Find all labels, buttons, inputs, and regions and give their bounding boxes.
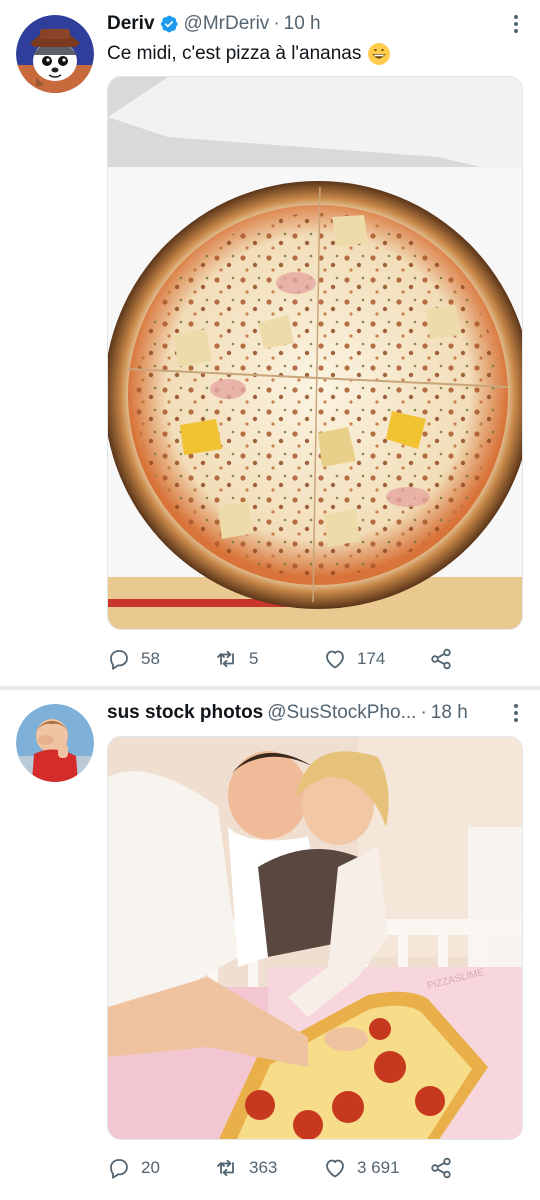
- share-icon: [431, 648, 451, 670]
- verified-badge-icon: [160, 15, 178, 33]
- share-icon: [431, 1157, 451, 1179]
- display-name[interactable]: sus stock photos: [107, 702, 263, 724]
- retweet-button[interactable]: 363: [215, 1153, 277, 1183]
- retweet-icon: [217, 1159, 234, 1177]
- pineapple-pizza-photo: [108, 77, 522, 629]
- user-handle[interactable]: @SusStockPho...: [267, 702, 416, 724]
- avatar[interactable]: [16, 704, 94, 782]
- share-button[interactable]: [429, 644, 463, 674]
- reply-count: 58: [141, 649, 160, 668]
- like-button[interactable]: 3 691: [323, 1153, 400, 1183]
- like-button[interactable]: 174: [323, 644, 385, 674]
- tweet-actions: 58 5 174: [107, 644, 467, 674]
- tweet[interactable]: Deriv @MrDeriv · 10 h Ce midi, c'est piz…: [0, 0, 540, 688]
- more-options-icon[interactable]: [506, 10, 526, 38]
- reply-button[interactable]: 58: [107, 644, 160, 674]
- display-name[interactable]: Deriv: [107, 13, 155, 35]
- more-options-icon[interactable]: [506, 699, 526, 727]
- couple-pizza-crib-photo: PIZZASLIME: [108, 737, 522, 1139]
- tweet-media-photo[interactable]: [107, 76, 523, 630]
- user-handle[interactable]: @MrDeriv: [184, 13, 270, 35]
- like-count: 3 691: [357, 1158, 400, 1177]
- reply-icon: [110, 650, 128, 670]
- retweet-count: 363: [249, 1158, 278, 1177]
- tweet-header: Deriv @MrDeriv · 10 h: [107, 10, 512, 38]
- tweet-text: Ce midi, c'est pizza à l'ananas: [107, 42, 391, 66]
- reply-count: 20: [141, 1158, 160, 1177]
- tweet-media-photo[interactable]: PIZZASLIME: [107, 736, 523, 1140]
- like-icon: [326, 650, 344, 669]
- timestamp[interactable]: 18 h: [431, 702, 468, 724]
- retweet-button[interactable]: 5: [215, 644, 258, 674]
- timestamp[interactable]: 10 h: [284, 13, 321, 35]
- avatar[interactable]: [16, 15, 94, 93]
- separator-dot: ·: [420, 702, 427, 723]
- like-count: 174: [357, 649, 386, 668]
- retweet-icon: [217, 650, 234, 668]
- avatar-cartoon-image: [16, 15, 94, 93]
- reply-button[interactable]: 20: [107, 1153, 160, 1183]
- tweet-text-content: Ce midi, c'est pizza à l'ananas: [107, 43, 362, 64]
- tweet-header: sus stock photos @SusStockPho... · 18 h: [107, 699, 512, 727]
- retweet-count: 5: [249, 649, 259, 668]
- tweet-actions: 20 363 3 691: [107, 1153, 467, 1183]
- like-icon: [326, 1159, 344, 1178]
- tweet[interactable]: sus stock photos @SusStockPho... · 18 h: [0, 690, 540, 1200]
- share-button[interactable]: [429, 1153, 463, 1183]
- separator-dot: ·: [273, 13, 280, 34]
- reply-icon: [110, 1159, 128, 1179]
- grinning-face-emoji: [368, 43, 391, 65]
- avatar-child-photo: [16, 704, 94, 782]
